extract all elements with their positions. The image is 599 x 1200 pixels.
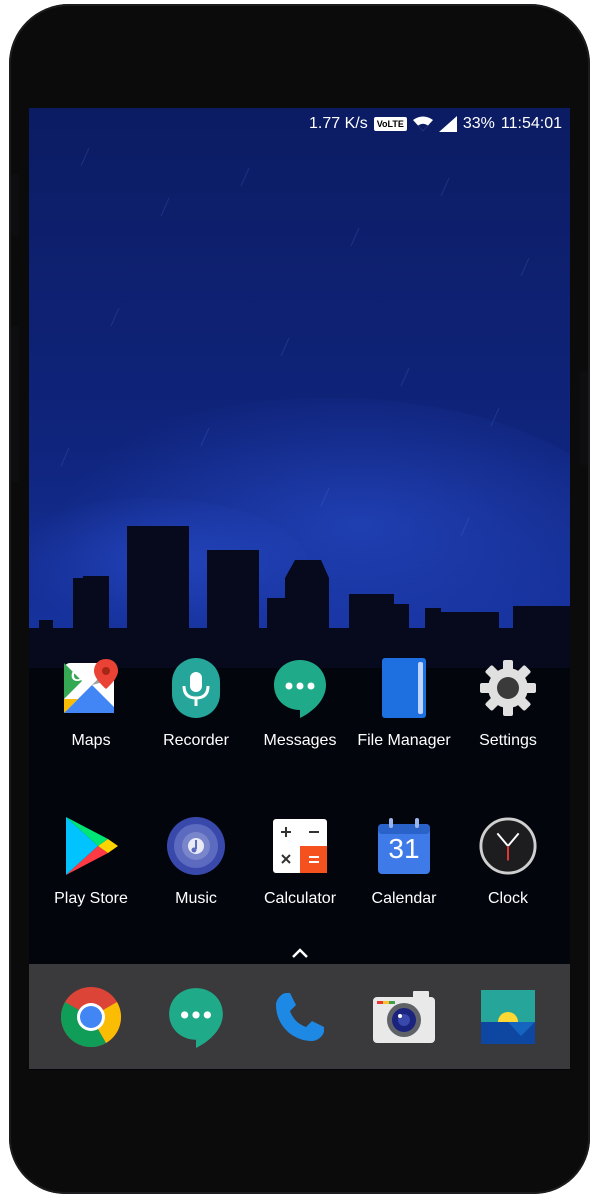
settings-icon [478,658,538,718]
recorder-icon [166,658,226,718]
network-speed: 1.77 K/s [309,115,368,132]
wifi-icon [412,116,433,131]
app-label: Settings [479,732,537,749]
file-manager-icon [374,658,434,718]
phone-icon [269,986,331,1048]
home-screen: 1.77 K/s VoLTE 33% 11:54:01 G Maps Recor… [29,108,570,1070]
clock-time: 11:54:01 [500,115,562,132]
camera-icon [373,986,435,1048]
app-label: File Manager [357,732,451,749]
dock-chrome[interactable] [39,986,143,1048]
dock-gallery[interactable] [456,986,560,1048]
app-label: Calculator [263,890,337,907]
app-recorder[interactable]: Recorder [144,658,248,750]
app-maps[interactable]: G Maps [39,658,143,750]
app-label: Clock [487,890,528,907]
app-label: Calendar [371,890,437,907]
maps-icon: G [61,658,121,718]
dock-camera[interactable] [352,986,456,1048]
app-clock[interactable]: Clock [456,816,560,908]
volte-badge: VoLTE [373,117,407,131]
battery-level: 33% [462,115,495,132]
app-label: Maps [71,732,111,749]
app-calculator[interactable]: Calculator [248,816,352,908]
chrome-icon [60,986,122,1048]
wallpaper [29,108,570,1070]
calendar-date-badge: 31 [388,833,420,864]
dock-phone[interactable] [248,986,352,1048]
gallery-icon [477,986,539,1048]
svg-text:G: G [71,668,83,685]
app-label: Recorder [163,732,229,749]
app-music[interactable]: Music [144,816,248,908]
signal-icon [438,116,457,132]
power-button [580,371,588,465]
volume-up-button [11,174,19,236]
volume-down-button [11,326,19,482]
messages-icon [270,658,330,718]
play-store-icon [61,816,121,876]
app-messages[interactable]: Messages [248,658,352,750]
chevron-up-icon[interactable] [290,946,310,960]
hangouts-icon [165,986,227,1048]
calendar-icon: 31 [374,816,434,876]
music-icon [166,816,226,876]
app-calendar[interactable]: 31 Calendar [352,816,456,908]
calculator-icon [270,816,330,876]
status-bar: 1.77 K/s VoLTE 33% 11:54:01 [29,108,570,140]
dock-hangouts[interactable] [144,986,248,1048]
app-file-manager[interactable]: File Manager [352,658,456,750]
app-label: Music [175,890,217,907]
app-label: Play Store [54,890,128,907]
dock [29,964,570,1069]
clock-icon [478,816,538,876]
app-settings[interactable]: Settings [456,658,560,750]
app-play-store[interactable]: Play Store [39,816,143,908]
app-label: Messages [263,732,337,749]
